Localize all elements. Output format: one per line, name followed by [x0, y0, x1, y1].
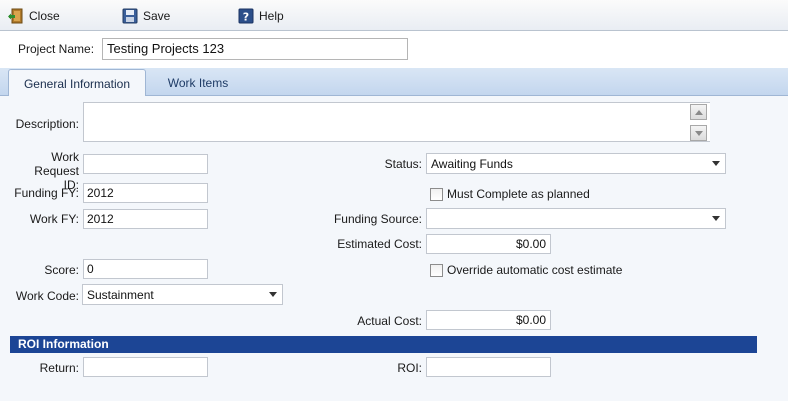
help-label: Help [259, 9, 284, 23]
project-name-input[interactable]: Testing Projects 123 [102, 38, 408, 60]
actual-cost-label: Actual Cost: [357, 314, 422, 328]
chevron-down-icon [269, 292, 277, 297]
roi-input[interactable] [426, 357, 551, 377]
scroll-down-arrow-icon [695, 131, 703, 136]
help-button[interactable]: ? Help [238, 6, 284, 26]
roi-section-header: ROI Information [10, 336, 757, 353]
must-complete-label: Must Complete as planned [447, 187, 590, 201]
override-cost-checkbox[interactable]: Override automatic cost estimate [430, 263, 622, 277]
estimated-cost-label: Estimated Cost: [337, 237, 422, 251]
override-cost-label: Override automatic cost estimate [447, 263, 623, 277]
help-icon: ? [238, 8, 254, 24]
funding-source-label: Funding Source: [333, 212, 422, 226]
work-code-select[interactable]: Sustainment [82, 284, 283, 305]
tab-general-information[interactable]: General Information [8, 69, 146, 97]
roi-label: ROI: [397, 361, 422, 375]
chevron-down-icon [712, 161, 720, 166]
work-fy-input[interactable]: 2012 [83, 209, 208, 229]
funding-source-select[interactable] [426, 208, 726, 229]
close-door-icon [8, 8, 23, 24]
save-label: Save [143, 9, 171, 23]
funding-fy-input[interactable]: 2012 [83, 183, 208, 203]
description-scroll-down-button[interactable] [690, 125, 707, 141]
return-label: Return: [39, 361, 79, 375]
checkbox-box [430, 263, 443, 277]
status-select[interactable]: Awaiting Funds [426, 153, 726, 174]
status-value: Awaiting Funds [431, 157, 513, 171]
description-label: Description: [15, 117, 79, 131]
estimated-cost-input[interactable]: $0.00 [426, 234, 551, 254]
chevron-down-icon [712, 216, 720, 221]
must-complete-checkbox[interactable]: Must Complete as planned [430, 187, 590, 201]
work-request-id-input[interactable] [83, 154, 208, 174]
tab-strip: General Information Work Items [0, 68, 788, 97]
tab-work-items[interactable]: Work Items [152, 69, 244, 96]
status-label: Status: [384, 157, 422, 171]
close-button[interactable]: Close [8, 6, 60, 26]
checkbox-box [430, 187, 443, 201]
score-label: Score: [44, 263, 79, 277]
close-label: Close [29, 9, 60, 23]
actual-cost-input[interactable]: $0.00 [426, 310, 551, 330]
score-input[interactable]: 0 [83, 259, 208, 279]
project-name-label: Project Name: [18, 42, 95, 56]
svg-text:?: ? [243, 11, 249, 24]
save-disk-icon [122, 8, 138, 24]
work-fy-label: Work FY: [29, 212, 79, 226]
funding-fy-label: Funding FY: [14, 186, 79, 200]
description-scroll-up-button[interactable] [690, 104, 707, 120]
general-information-panel: Description: Work Request ID: Status: Aw… [0, 96, 788, 401]
return-input[interactable] [83, 357, 208, 377]
work-code-label: Work Code: [15, 289, 79, 303]
description-textarea[interactable] [83, 102, 710, 142]
work-code-value: Sustainment [87, 288, 154, 302]
save-button[interactable]: Save [122, 6, 170, 26]
scroll-up-arrow-icon [695, 110, 703, 115]
toolbar: Close Save ? Help [0, 0, 788, 31]
